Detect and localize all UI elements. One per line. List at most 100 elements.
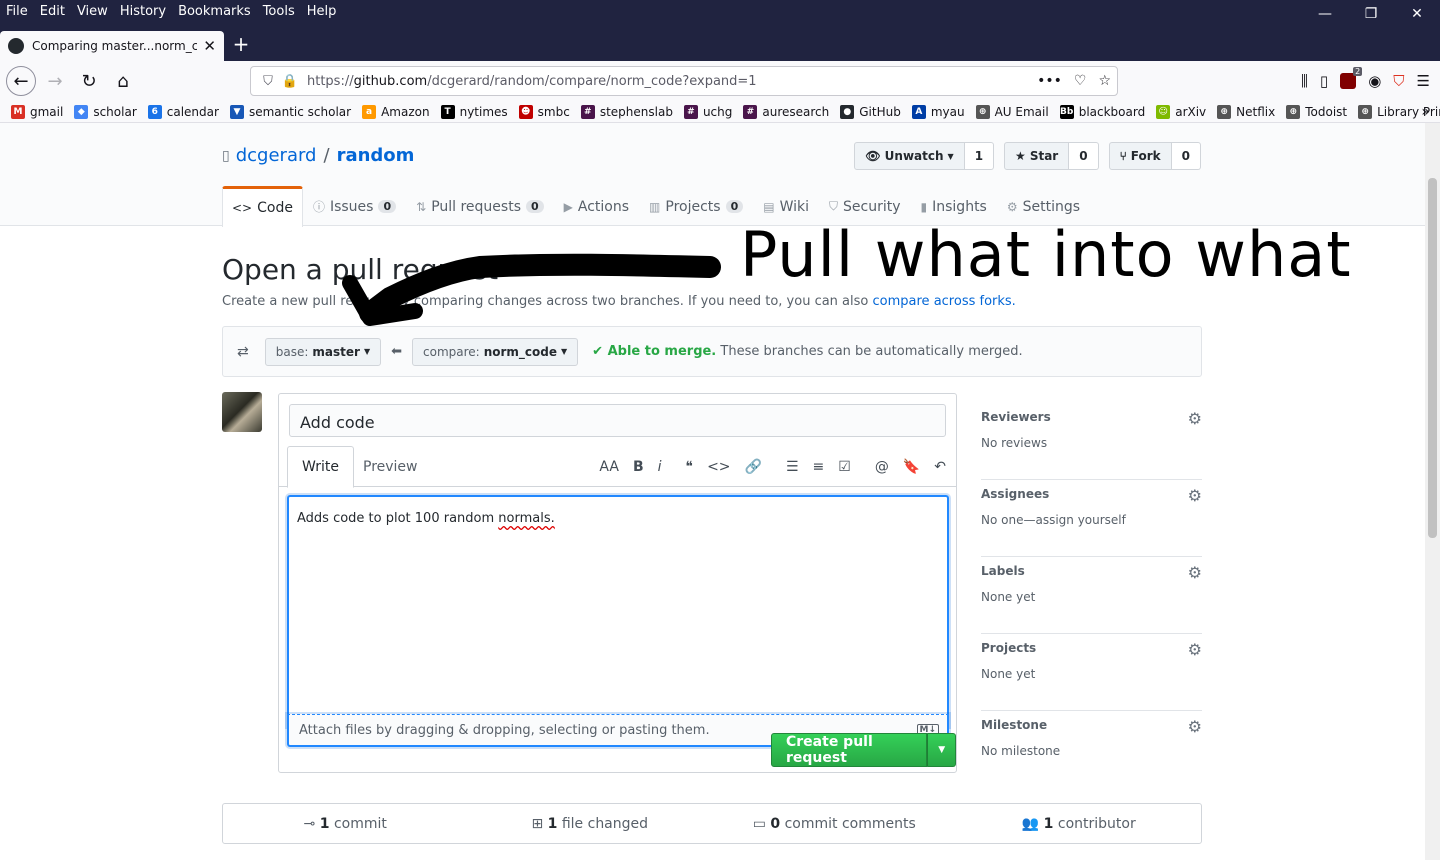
bookmark-item[interactable]: Amyau xyxy=(911,104,965,119)
reload-button[interactable]: ↻ xyxy=(74,66,104,96)
tab-actions[interactable]: ▶ Actions xyxy=(554,186,639,226)
avatar[interactable] xyxy=(222,392,262,432)
repo-name-link[interactable]: random xyxy=(337,145,415,166)
sidebar-title[interactable]: Labels xyxy=(981,564,1025,578)
summary-item[interactable]: ▭ 0 commit comments xyxy=(712,816,957,832)
create-pr-dropdown-caret-icon[interactable]: ▼ xyxy=(927,733,956,767)
quote-icon[interactable]: ❝ xyxy=(686,459,694,475)
tab-preview[interactable]: Preview xyxy=(349,446,432,487)
bookmark-item[interactable]: # uchg xyxy=(683,104,732,119)
brave-shield-icon[interactable]: ⛉ xyxy=(1393,72,1404,90)
bookmark-item[interactable]: ⊕ Netflix xyxy=(1217,104,1275,119)
url-text[interactable]: https://github.com/dcgerard/random/compa… xyxy=(301,74,1037,89)
bookmark-item[interactable]: # stephenslab xyxy=(580,104,673,119)
menu-file[interactable]: File xyxy=(0,4,34,19)
stars-count[interactable]: 0 xyxy=(1069,142,1099,170)
markdown-toolbar: AA B i ❝ <> 🔗 ☰ ≡ ☑ @ 🔖 ↶ xyxy=(599,446,946,487)
menu-help[interactable]: Help xyxy=(301,4,343,19)
gear-icon[interactable]: ⚙ xyxy=(1188,486,1202,505)
tab-code[interactable]: <> Code xyxy=(222,186,303,227)
bookmarks-overflow-icon[interactable]: » xyxy=(1421,101,1430,122)
new-tab-button[interactable]: + xyxy=(230,31,252,59)
compare-forks-link[interactable]: compare across forks. xyxy=(873,294,1016,309)
star-button[interactable]: ★ Star xyxy=(1004,142,1070,170)
forks-count[interactable]: 0 xyxy=(1171,142,1201,170)
bookmark-item[interactable]: ● GitHub xyxy=(840,104,901,119)
restore-button[interactable]: ❐ xyxy=(1348,0,1394,28)
watchers-count[interactable]: 1 xyxy=(964,142,995,170)
pocket-icon[interactable]: ♡ xyxy=(1074,73,1087,89)
saved-reply-icon[interactable]: 🔖 xyxy=(903,459,920,475)
sidebar-title[interactable]: Milestone xyxy=(981,718,1047,732)
bookmark-star-icon[interactable]: ☆ xyxy=(1098,73,1111,89)
tab-issues[interactable]: ⓘ Issues 0 xyxy=(303,186,406,226)
menu-tools[interactable]: Tools xyxy=(257,4,301,19)
menu-view[interactable]: View xyxy=(71,4,114,19)
bookmark-item[interactable]: Mgmail xyxy=(11,104,63,119)
repo-owner-link[interactable]: dcgerard xyxy=(236,145,317,166)
bookmark-item[interactable]: ⊕ Todoist xyxy=(1286,104,1347,119)
reply-icon[interactable]: ↶ xyxy=(934,459,946,475)
fork-button[interactable]: ⑂ Fork xyxy=(1108,142,1172,170)
bookmark-item[interactable]: 6 calendar xyxy=(147,104,219,119)
summary-item[interactable]: ⊸ 1 commit xyxy=(223,816,468,832)
code-icon[interactable]: <> xyxy=(707,459,730,475)
gear-icon[interactable]: ⚙ xyxy=(1188,640,1202,659)
menu-edit[interactable]: Edit xyxy=(34,4,71,19)
unwatch-button[interactable]: 👁 Unwatch ▼ xyxy=(854,142,965,170)
tab-pull-requests[interactable]: ⇅ Pull requests 0 xyxy=(406,186,554,226)
summary-item[interactable]: 👥 1 contributor xyxy=(957,816,1202,832)
create-pull-request-button[interactable]: Create pull request xyxy=(771,733,928,767)
sidebar-title[interactable]: Reviewers xyxy=(981,410,1051,424)
page-actions-icon[interactable]: ••• xyxy=(1037,73,1062,89)
bookmark-item[interactable]: Bb blackboard xyxy=(1059,104,1145,119)
bookmark-item[interactable]: ⊕ AU Email xyxy=(975,104,1049,119)
scrollbar-thumb[interactable] xyxy=(1428,178,1437,538)
bookmark-item[interactable]: ◆ scholar xyxy=(74,104,137,119)
tab-close-icon[interactable]: ✕ xyxy=(203,37,216,55)
bookmark-item[interactable]: ▼ semantic scholar xyxy=(229,104,351,119)
account-icon[interactable]: ◉ xyxy=(1368,72,1381,90)
italic-icon[interactable]: i xyxy=(658,459,662,475)
task-list-icon[interactable]: ☑ xyxy=(838,459,851,475)
tab-write[interactable]: Write xyxy=(287,446,354,488)
hamburger-menu-icon[interactable]: ☰ xyxy=(1417,72,1430,90)
summary-item[interactable]: ⊞ 1 file changed xyxy=(468,816,713,832)
bulleted-list-icon[interactable]: ☰ xyxy=(786,459,799,475)
gear-icon[interactable]: ⚙ xyxy=(1188,563,1202,582)
gear-icon[interactable]: ⚙ xyxy=(1188,409,1202,428)
numbered-list-icon[interactable]: ≡ xyxy=(813,459,825,475)
close-window-button[interactable]: ✕ xyxy=(1394,0,1440,28)
menu-bookmarks[interactable]: Bookmarks xyxy=(172,4,257,19)
title-input[interactable]: Add code xyxy=(289,404,946,437)
sidebar-icon[interactable]: ▯ xyxy=(1320,72,1328,90)
forward-button[interactable]: → xyxy=(40,66,70,96)
library-icon[interactable]: ⫼ xyxy=(1301,72,1308,90)
tab-projects[interactable]: ▥ Projects 0 xyxy=(639,186,753,226)
lock-icon[interactable]: 🔒 xyxy=(279,74,301,89)
body-textarea[interactable]: Adds code to plot 100 random normals. xyxy=(287,495,949,727)
back-button[interactable]: ← xyxy=(6,66,36,96)
gear-icon[interactable]: ⚙ xyxy=(1188,717,1202,736)
compare-branch-select[interactable]: compare: norm_code ▼ xyxy=(412,337,579,366)
header-text-icon[interactable]: AA xyxy=(599,459,619,475)
menu-history[interactable]: History xyxy=(114,4,172,19)
minimize-button[interactable]: — xyxy=(1302,0,1348,28)
home-button[interactable]: ⌂ xyxy=(108,66,138,96)
url-bar[interactable]: ⛉ 🔒 https://github.com/dcgerard/random/c… xyxy=(250,66,1118,96)
bookmark-item[interactable]: ☻ smbc xyxy=(518,104,570,119)
bookmark-item[interactable]: # auresearch xyxy=(743,104,829,119)
tracking-shield-icon[interactable]: ⛉ xyxy=(257,74,279,89)
bookmark-item[interactable]: Tnytimes xyxy=(440,104,508,119)
browser-tab-active[interactable]: Comparing master...norm_code ✕ xyxy=(0,31,224,61)
sidebar-title[interactable]: Projects xyxy=(981,641,1036,655)
link-icon[interactable]: 🔗 xyxy=(745,459,762,475)
bold-icon[interactable]: B xyxy=(633,459,644,475)
bookmark-item[interactable]: ☺ arXiv xyxy=(1156,104,1206,119)
ublock-icon[interactable]: 2 xyxy=(1340,67,1363,89)
mention-icon[interactable]: @ xyxy=(875,459,889,475)
page-scrollbar[interactable] xyxy=(1425,123,1440,860)
sidebar-title[interactable]: Assignees xyxy=(981,487,1049,501)
bookmark-item[interactable]: a Amazon xyxy=(362,104,430,119)
base-branch-select[interactable]: base: master ▼ xyxy=(264,337,382,366)
